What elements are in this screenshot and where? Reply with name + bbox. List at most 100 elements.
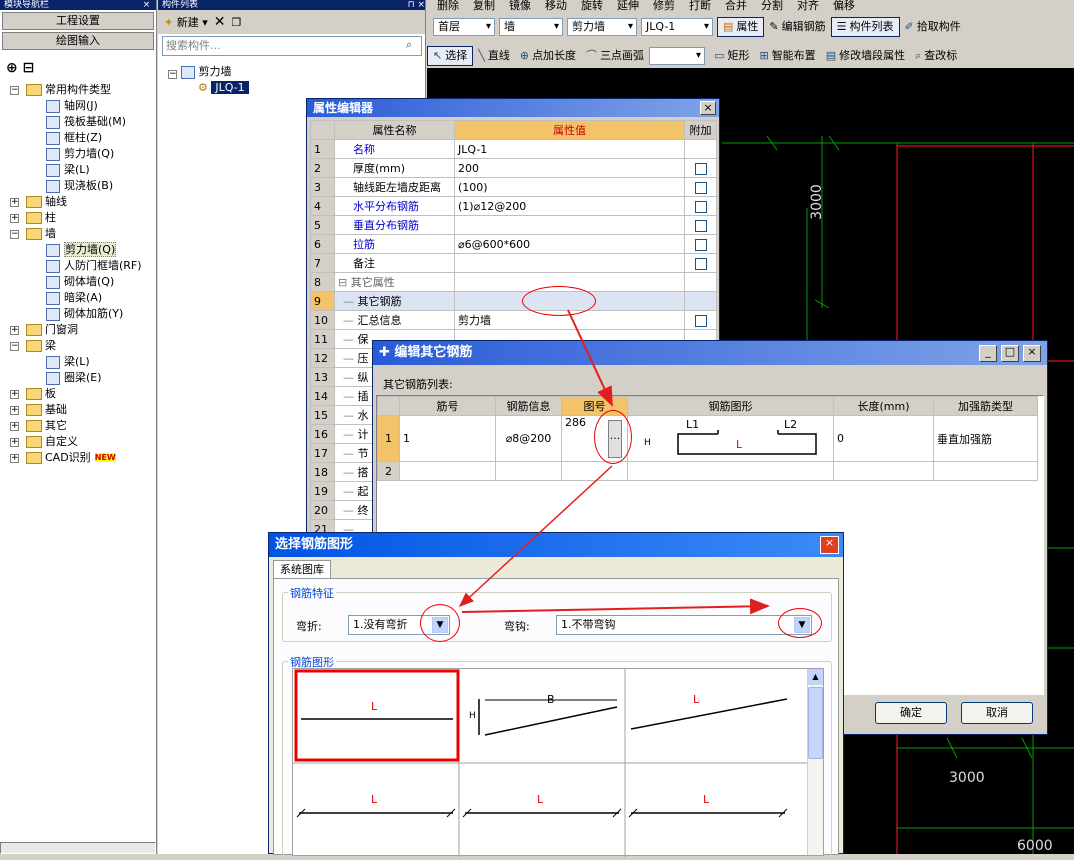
property-row[interactable]: 4 水平分布钢筋 (1)⌀12@200	[310, 196, 717, 216]
properties-button[interactable]: ▤ 属性	[717, 17, 765, 37]
draw-tool-button[interactable]: ↖ 选择	[427, 46, 474, 66]
draw-tool-button[interactable]: ▭ 矩形	[709, 46, 754, 66]
expand-icon[interactable]: +	[10, 214, 19, 223]
expand-icon[interactable]: +	[10, 326, 19, 335]
expand-collapse-icons[interactable]: ⊕ ⊟	[6, 60, 34, 76]
property-value-cell[interactable]: ⌀6@600*600	[454, 234, 685, 254]
expand-icon[interactable]: +	[10, 390, 19, 399]
property-value-cell[interactable]: (100)	[454, 177, 685, 197]
component-item-jlq1[interactable]: JLQ-1	[211, 81, 249, 94]
edit-tool-button[interactable]: 偏移	[833, 0, 855, 13]
scroll-up-icon[interactable]: ▲	[808, 669, 823, 685]
selected-shape-frame[interactable]	[294, 669, 460, 762]
nav-scrollbar[interactable]	[0, 842, 156, 854]
edit-tool-button[interactable]: 分割	[761, 0, 783, 13]
collapse-icon[interactable]: −	[168, 70, 177, 79]
tree-root-label[interactable]: 剪力墙	[199, 65, 232, 78]
property-row[interactable]: 8 ⊟ 其它属性	[310, 272, 717, 292]
property-row[interactable]: 7 备注	[310, 253, 717, 273]
close-icon[interactable]: ×	[820, 536, 839, 554]
category-select[interactable]: 墙	[499, 18, 563, 36]
attach-checkbox[interactable]	[694, 238, 707, 251]
attach-checkbox[interactable]	[694, 219, 707, 232]
component-list-button[interactable]: ☰ 构件列表	[830, 17, 900, 37]
collapse-icon[interactable]: −	[10, 230, 19, 239]
edit-tool-button[interactable]: 合并	[725, 0, 747, 13]
project-settings-button[interactable]: 工程设置	[2, 12, 154, 30]
close-icon[interactable]: ×	[1023, 345, 1041, 362]
collapse-icon[interactable]: ⊟	[338, 276, 351, 289]
draw-tool-button[interactable]: ╲ 直线	[473, 46, 515, 66]
property-value-cell[interactable]	[454, 215, 685, 235]
expand-icon[interactable]: +	[10, 454, 19, 463]
edit-tool-button[interactable]: 复制	[473, 0, 495, 13]
reinforce-type-cell[interactable]: 垂直加强筋	[933, 415, 1038, 462]
property-row[interactable]: 10— 汇总信息 剪力墙	[310, 310, 717, 330]
collapse-icon[interactable]: −	[10, 342, 19, 351]
property-name: 垂直分布钢筋	[353, 219, 419, 232]
expand-icon[interactable]: +	[10, 406, 19, 415]
edit-rebar-button[interactable]: ✎ 编辑钢筋	[764, 17, 830, 37]
floor-select[interactable]: 首层	[433, 18, 495, 36]
delete-icon[interactable]: ✕	[214, 14, 226, 30]
edit-tool-button[interactable]: 删除	[437, 0, 459, 13]
table-row[interactable]: 2	[377, 461, 1038, 481]
draw-tool-button[interactable]: ⊞ 智能布置	[754, 46, 820, 66]
scroll-thumb[interactable]	[808, 687, 823, 759]
expand-icon[interactable]: +	[10, 422, 19, 431]
drawing-input-button[interactable]: 绘图输入	[2, 32, 154, 50]
attach-checkbox[interactable]	[694, 257, 707, 270]
property-row[interactable]: 3 轴线距左墙皮距离 (100)	[310, 177, 717, 197]
edit-tool-button[interactable]: 镜像	[509, 0, 531, 13]
property-row[interactable]: 5 垂直分布钢筋	[310, 215, 717, 235]
type-select[interactable]: 剪力墙	[567, 18, 637, 36]
length-cell[interactable]: 0	[833, 415, 934, 462]
draw-tool-button[interactable]: ⌒ 三点画弧	[581, 46, 649, 66]
property-row[interactable]: 9— 其它钢筋	[310, 291, 717, 311]
search-icon[interactable]: ⌕	[406, 38, 420, 54]
property-value-cell[interactable]: 200	[454, 158, 685, 178]
property-value-cell[interactable]: (1)⌀12@200	[454, 196, 685, 216]
minimize-icon[interactable]: _	[979, 345, 997, 362]
copy-icon[interactable]: ❐	[231, 16, 241, 29]
close-icon[interactable]: ×	[700, 101, 716, 115]
attach-checkbox[interactable]	[694, 200, 707, 213]
close-icon[interactable]: ×	[143, 0, 156, 10]
property-value-cell[interactable]: JLQ-1	[454, 139, 685, 159]
edit-tool-button[interactable]: 旋转	[581, 0, 603, 13]
arc-mode-select[interactable]	[649, 47, 706, 65]
edit-tool-button[interactable]: 移动	[545, 0, 567, 13]
hook-select[interactable]: 1.不带弯钩 ▼	[556, 615, 812, 635]
attach-checkbox[interactable]	[694, 162, 707, 175]
ok-button[interactable]: 确定	[875, 702, 947, 724]
cancel-button[interactable]: 取消	[961, 702, 1033, 724]
new-button[interactable]: ✦ 新建 ▾	[164, 14, 208, 30]
bar-info-cell[interactable]: ⌀8@200	[495, 415, 562, 462]
property-name: 拉筋	[353, 238, 375, 251]
edit-tool-button[interactable]: 对齐	[797, 0, 819, 13]
draw-tool-button[interactable]: ⊕ 点加长度	[515, 46, 581, 66]
property-row[interactable]: 1 名称 JLQ-1	[310, 139, 717, 159]
expand-icon[interactable]: +	[10, 198, 19, 207]
attach-checkbox[interactable]	[694, 181, 707, 194]
property-row[interactable]: 6 拉筋 ⌀6@600*600	[310, 234, 717, 254]
pick-component-button[interactable]: ✐ 拾取构件	[900, 17, 966, 37]
collapse-icon[interactable]: −	[10, 86, 19, 95]
search-input[interactable]: 搜索构件...	[162, 36, 422, 56]
property-row[interactable]: 2 厚度(mm) 200	[310, 158, 717, 178]
draw-tool-button[interactable]: ⌕ 查改标	[910, 46, 962, 66]
component-select[interactable]: JLQ-1	[641, 18, 713, 36]
table-row[interactable]: 1 1 ⌀8@200 286 ... L1 L2 L H 0 垂直加强筋	[377, 415, 1038, 462]
edit-tool-button[interactable]: 打断	[689, 0, 711, 13]
shape-gallery-scrollbar[interactable]: ▲	[807, 669, 823, 855]
edit-tool-button[interactable]: 修剪	[653, 0, 675, 13]
edit-tool-button[interactable]: 延伸	[617, 0, 639, 13]
maximize-icon[interactable]: □	[1001, 345, 1019, 362]
property-value-cell[interactable]	[454, 253, 685, 273]
tab-system-library[interactable]: 系统图库	[273, 560, 331, 578]
component-icon	[46, 163, 60, 177]
bar-no-cell[interactable]: 1	[399, 415, 496, 462]
attach-checkbox[interactable]	[694, 314, 707, 327]
expand-icon[interactable]: +	[10, 438, 19, 447]
draw-tool-button[interactable]: ▤ 修改墙段属性	[821, 46, 910, 66]
